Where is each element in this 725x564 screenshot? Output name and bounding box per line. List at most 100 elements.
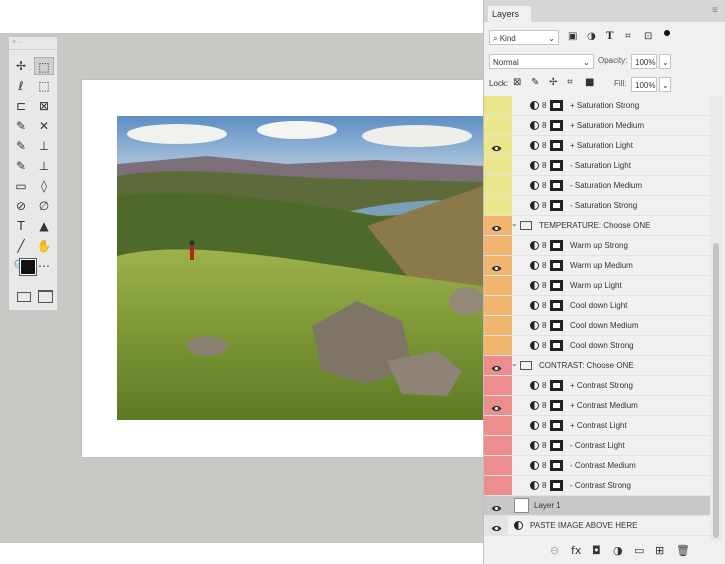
layer-row[interactable]: 8 - Contrast Light bbox=[484, 436, 710, 456]
layer-row[interactable]: 8 Warm up Light bbox=[484, 276, 710, 296]
hand-tool-icon[interactable]: ✋ bbox=[34, 237, 54, 255]
layer-mask-thumbnail[interactable] bbox=[550, 240, 563, 251]
smart-object-filter-icon[interactable]: ⊡ bbox=[644, 31, 652, 42]
layer-visibility-toggle[interactable] bbox=[484, 376, 508, 395]
lasso-tool-icon[interactable]: ℓ bbox=[11, 77, 31, 95]
type-tool-icon[interactable]: T bbox=[11, 217, 31, 235]
layer-row[interactable]: 8 - Contrast Strong bbox=[484, 476, 710, 496]
layer-row[interactable]: 8 Warm up Medium bbox=[484, 256, 710, 276]
history-brush-tool-icon[interactable]: ✎ bbox=[11, 157, 31, 175]
frame-tool-icon[interactable]: ⊠ bbox=[34, 97, 54, 115]
layer-visibility-toggle[interactable] bbox=[484, 396, 508, 415]
dodge-tool-icon[interactable]: ⊘ bbox=[11, 197, 31, 215]
layer-mask-thumbnail[interactable] bbox=[550, 440, 563, 451]
layer-visibility-toggle[interactable] bbox=[484, 456, 508, 475]
link-icon[interactable]: 8 bbox=[542, 160, 548, 171]
layer-thumbnail[interactable] bbox=[514, 498, 529, 513]
layer-row[interactable]: 8 - Saturation Strong bbox=[484, 196, 710, 216]
layer-mask-thumbnail[interactable] bbox=[550, 180, 563, 191]
layer-row[interactable]: Layer 1 bbox=[484, 496, 710, 516]
layer-row[interactable]: 8 + Contrast Strong bbox=[484, 376, 710, 396]
layer-mask-thumbnail[interactable] bbox=[550, 140, 563, 151]
link-icon[interactable]: 8 bbox=[542, 200, 548, 211]
layer-row[interactable]: 8 - Contrast Medium bbox=[484, 456, 710, 476]
layer-mask-thumbnail[interactable] bbox=[550, 100, 563, 111]
link-icon[interactable]: 8 bbox=[542, 240, 548, 251]
layer-mask-thumbnail[interactable] bbox=[550, 400, 563, 411]
link-icon[interactable]: 8 bbox=[542, 280, 548, 291]
eraser-tool-icon[interactable]: ⊥ bbox=[34, 157, 54, 175]
layer-row[interactable]: 8 + Contrast Light bbox=[484, 416, 710, 436]
marquee-tool-icon[interactable]: ⬚ bbox=[34, 57, 54, 75]
layer-visibility-toggle[interactable] bbox=[484, 216, 508, 235]
lock-pixels-icon[interactable]: ✎ bbox=[531, 77, 539, 88]
mask-icon[interactable]: ◘ bbox=[592, 544, 601, 557]
layer-row[interactable]: 8 Cool down Medium bbox=[484, 316, 710, 336]
layer-visibility-toggle[interactable] bbox=[484, 96, 508, 115]
foreground-color-swatch[interactable] bbox=[19, 258, 37, 276]
layer-row[interactable]: ⌄ TEMPERATURE: Choose ONE bbox=[484, 216, 710, 236]
blend-mode-dropdown[interactable]: Normal ⌄ bbox=[489, 54, 594, 69]
group-icon[interactable]: ▭ bbox=[634, 544, 644, 557]
link-icon[interactable]: ⊖ bbox=[550, 544, 559, 557]
layer-mask-thumbnail[interactable] bbox=[550, 200, 563, 211]
brush-tool-icon[interactable]: ✎ bbox=[11, 137, 31, 155]
crop-tool-icon[interactable]: ⊏ bbox=[11, 97, 31, 115]
new-layer-icon[interactable]: ⊞ bbox=[655, 544, 664, 557]
lock-transparent-icon[interactable]: ⊠ bbox=[513, 77, 521, 88]
trash-icon[interactable]: 🗑 bbox=[676, 544, 690, 557]
panel-menu-icon[interactable]: ≡ bbox=[712, 5, 718, 16]
layer-visibility-toggle[interactable] bbox=[484, 156, 508, 175]
layer-visibility-toggle[interactable] bbox=[484, 496, 508, 515]
layer-visibility-toggle[interactable] bbox=[484, 176, 508, 195]
layer-visibility-toggle[interactable] bbox=[484, 356, 508, 375]
layer-row[interactable]: 8 - Saturation Light bbox=[484, 156, 710, 176]
healing-tool-icon[interactable]: ✕ bbox=[34, 117, 54, 135]
layer-visibility-toggle[interactable] bbox=[484, 476, 508, 495]
document-photo[interactable] bbox=[117, 116, 483, 420]
tools-panel-header[interactable]: × ·· bbox=[9, 37, 57, 50]
layer-row[interactable]: PASTE IMAGE ABOVE HERE bbox=[484, 516, 710, 536]
layer-row[interactable]: 8 Warm up Strong bbox=[484, 236, 710, 256]
fill-field[interactable]: 100% bbox=[631, 77, 657, 92]
layer-visibility-toggle[interactable] bbox=[484, 336, 508, 355]
type-filter-icon[interactable]: T bbox=[606, 31, 613, 42]
layers-scroll-thumb[interactable] bbox=[713, 243, 719, 538]
adjustment-icon[interactable]: ◑ bbox=[613, 544, 623, 557]
gradient-tool-icon[interactable]: ▭ bbox=[11, 177, 31, 195]
layer-row[interactable]: 8 + Saturation Strong bbox=[484, 96, 710, 116]
move-tool-icon[interactable]: ✢ bbox=[11, 57, 31, 75]
layer-visibility-toggle[interactable] bbox=[484, 196, 508, 215]
link-icon[interactable]: 8 bbox=[542, 440, 548, 451]
layer-mask-thumbnail[interactable] bbox=[550, 160, 563, 171]
link-icon[interactable]: 8 bbox=[542, 400, 548, 411]
link-icon[interactable]: 8 bbox=[542, 260, 548, 271]
pen-tool-icon[interactable]: ∅ bbox=[34, 197, 54, 215]
link-icon[interactable]: 8 bbox=[542, 100, 548, 111]
eyedropper-tool-icon[interactable]: ✎ bbox=[11, 117, 31, 135]
blur-tool-icon[interactable]: ◊ bbox=[34, 177, 54, 195]
link-icon[interactable]: 8 bbox=[542, 320, 548, 331]
tab-layers[interactable]: Layers bbox=[488, 6, 532, 22]
layer-row[interactable]: 8 - Saturation Medium bbox=[484, 176, 710, 196]
filter-toggle-icon[interactable] bbox=[664, 30, 670, 36]
group-expand-icon[interactable]: ⌄ bbox=[511, 359, 518, 368]
layer-row[interactable]: 8 Cool down Light bbox=[484, 296, 710, 316]
layer-visibility-toggle[interactable] bbox=[484, 256, 508, 275]
shape-filter-icon[interactable]: ⌗ bbox=[625, 31, 631, 42]
layer-mask-thumbnail[interactable] bbox=[550, 280, 563, 291]
layer-mask-thumbnail[interactable] bbox=[550, 340, 563, 351]
link-icon[interactable]: 8 bbox=[542, 120, 548, 131]
opacity-slider-toggle[interactable]: ⌄ bbox=[659, 54, 671, 69]
layer-filter-dropdown[interactable]: ⌕ Kind ⌄ bbox=[489, 30, 559, 45]
layer-mask-thumbnail[interactable] bbox=[550, 380, 563, 391]
layer-visibility-toggle[interactable] bbox=[484, 136, 508, 155]
link-icon[interactable]: 8 bbox=[542, 340, 548, 351]
layer-mask-thumbnail[interactable] bbox=[550, 480, 563, 491]
lock-all-icon[interactable]: ■ bbox=[585, 77, 594, 88]
link-icon[interactable]: 8 bbox=[542, 380, 548, 391]
adjustment-filter-icon[interactable]: ◑ bbox=[587, 31, 596, 42]
quick-mask-icon[interactable] bbox=[17, 292, 31, 302]
layer-mask-thumbnail[interactable] bbox=[550, 120, 563, 131]
layer-visibility-toggle[interactable] bbox=[484, 316, 508, 335]
